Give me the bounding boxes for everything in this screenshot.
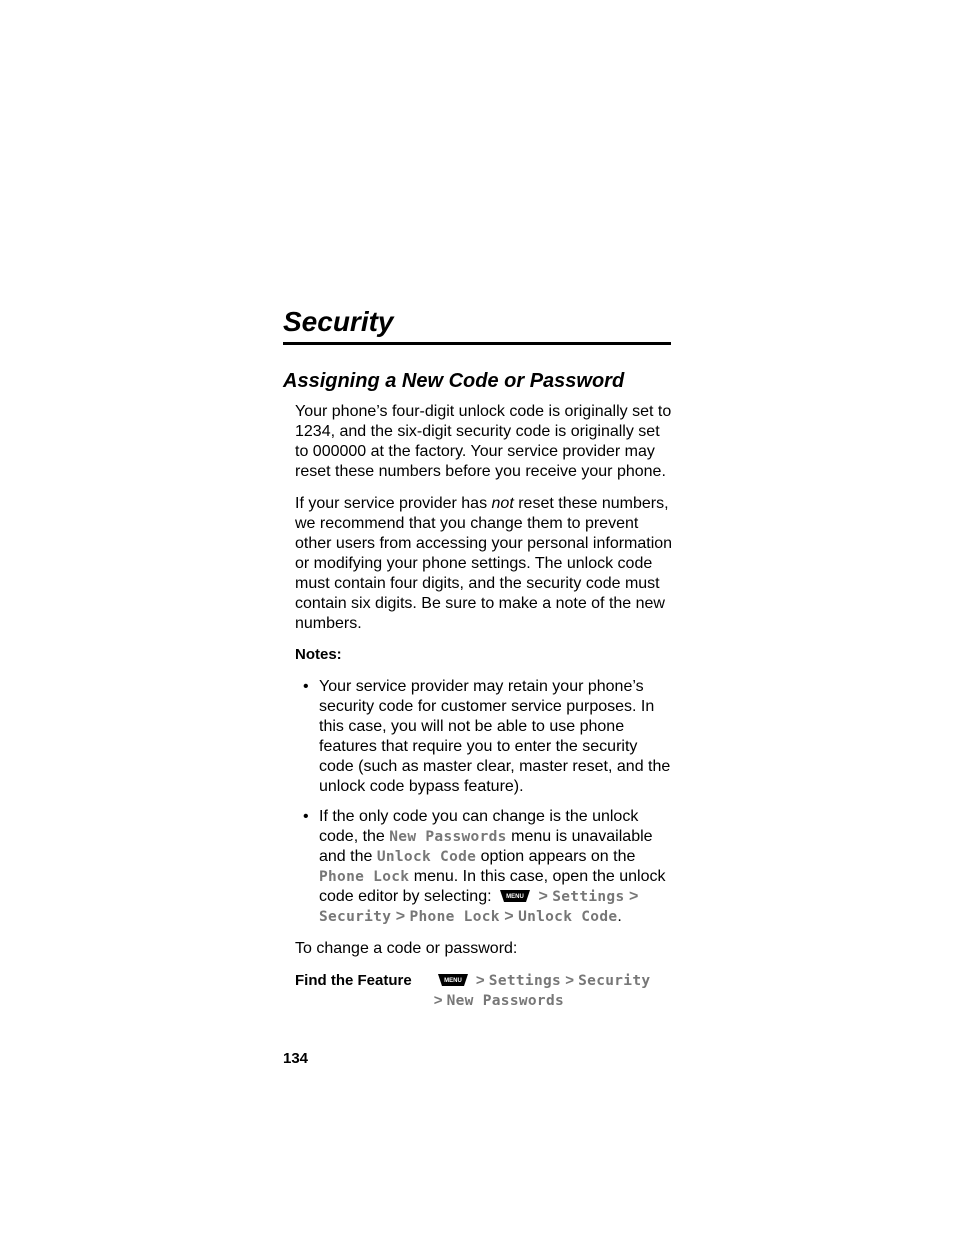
gt: >: [565, 972, 574, 989]
n2-path-phone-lock: Phone Lock: [410, 909, 500, 925]
find-settings: Settings: [489, 973, 561, 989]
n2-c: option appears on the: [476, 848, 635, 865]
page-number: 134: [283, 1050, 308, 1067]
find-feature-label: Find the Feature: [295, 971, 412, 991]
svg-text:MENU: MENU: [444, 978, 462, 984]
paragraph-1: Your phone’s four-digit unlock code is o…: [295, 402, 673, 482]
menu-key-icon: MENU: [436, 973, 470, 987]
gt: >: [538, 888, 547, 905]
find-feature-row: Find the Feature MENU > Settings > Secur…: [295, 971, 673, 1011]
paragraph-2: If your service provider has not reset t…: [295, 494, 673, 634]
find-feature-path: MENU > Settings > Security > New Passwor…: [434, 971, 651, 1011]
gt: >: [476, 972, 485, 989]
notes-list: Your service provider may retain your ph…: [295, 677, 673, 927]
chapter-rule: [283, 342, 671, 345]
p2-not: not: [492, 495, 514, 512]
manual-page: Security Assigning a New Code or Passwor…: [0, 0, 954, 1235]
note-2: If the only code you can change is the u…: [319, 807, 673, 927]
p2-b: reset these numbers, we recommend that y…: [295, 495, 672, 632]
gt: >: [629, 888, 638, 905]
n2-new-passwords: New Passwords: [389, 829, 506, 845]
menu-key-icon: MENU: [498, 889, 532, 903]
chapter-title: Security: [283, 306, 394, 338]
n2-unlock-code: Unlock Code: [377, 849, 476, 865]
p2-a: If your service provider has: [295, 495, 492, 512]
gt: >: [434, 992, 443, 1009]
gt: >: [504, 908, 513, 925]
body-column: Your phone’s four-digit unlock code is o…: [295, 402, 673, 1010]
n2-path-settings: Settings: [552, 889, 624, 905]
find-new-passwords: New Passwords: [447, 993, 564, 1009]
notes-label: Notes:: [295, 646, 673, 665]
find-security: Security: [578, 973, 650, 989]
n2-period: .: [617, 908, 621, 925]
svg-text:MENU: MENU: [506, 894, 524, 900]
note-1: Your service provider may retain your ph…: [319, 677, 673, 797]
n2-path-security: Security: [319, 909, 391, 925]
change-line: To change a code or password:: [295, 939, 673, 959]
gt: >: [396, 908, 405, 925]
section-title: Assigning a New Code or Password: [283, 370, 624, 393]
n2-phone-lock: Phone Lock: [319, 869, 409, 885]
n2-path-unlock-code: Unlock Code: [518, 909, 617, 925]
